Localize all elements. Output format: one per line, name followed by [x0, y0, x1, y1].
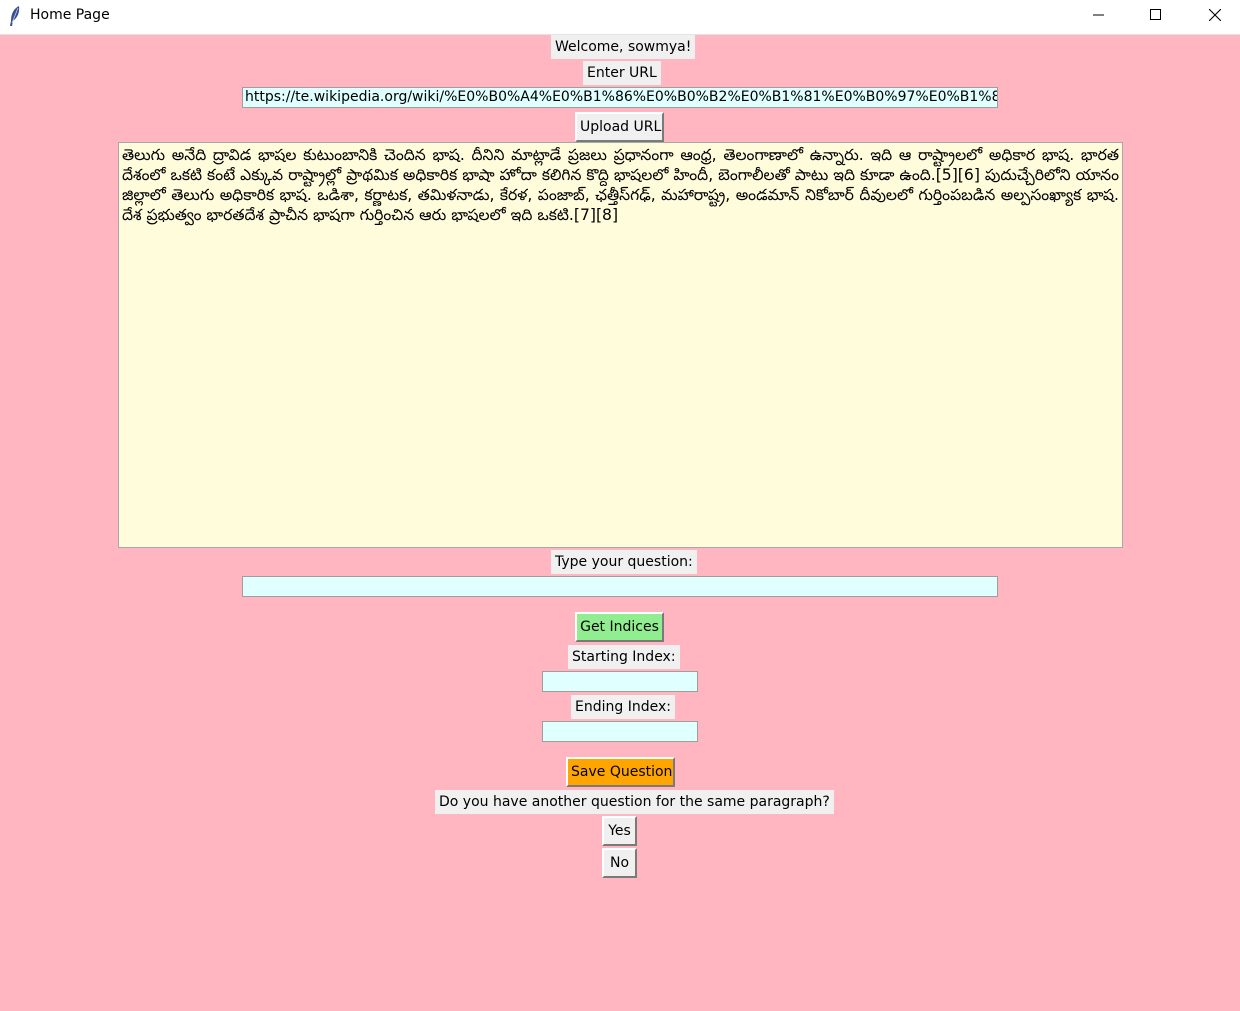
paragraph-text-area[interactable]: తెలుగు అనేది ద్రావిడ భాషల కుటుంబానికి చె… — [118, 142, 1123, 548]
maximize-button[interactable] — [1133, 0, 1179, 30]
save-question-button[interactable]: Save Question — [566, 757, 675, 787]
minimize-icon — [1093, 14, 1104, 16]
close-button[interactable] — [1192, 0, 1238, 30]
welcome-label: Welcome, sowmya! — [551, 35, 696, 59]
url-input-value: https://te.wikipedia.org/wiki/%E0%B0%A4%… — [245, 89, 998, 105]
window-title: Home Page — [30, 7, 110, 23]
window-titlebar: Home Page — [0, 0, 1240, 35]
url-input[interactable]: https://te.wikipedia.org/wiki/%E0%B0%A4%… — [242, 87, 998, 108]
close-icon — [1209, 9, 1221, 21]
maximize-icon — [1150, 9, 1161, 20]
ending-index-input[interactable] — [542, 721, 698, 742]
minimize-button[interactable] — [1076, 0, 1122, 30]
enter-url-label: Enter URL — [583, 61, 661, 85]
question-label: Type your question: — [551, 550, 697, 574]
another-question-label: Do you have another question for the sam… — [435, 790, 834, 814]
yes-button[interactable]: Yes — [602, 816, 637, 846]
starting-index-label: Starting Index: — [568, 645, 680, 669]
ending-index-label: Ending Index: — [571, 695, 675, 719]
get-indices-button[interactable]: Get Indices — [575, 612, 664, 642]
question-input[interactable] — [242, 576, 998, 597]
no-button[interactable]: No — [602, 848, 637, 878]
starting-index-input[interactable] — [542, 671, 698, 692]
upload-url-button[interactable]: Upload URL — [575, 112, 664, 142]
feather-icon — [7, 5, 23, 27]
